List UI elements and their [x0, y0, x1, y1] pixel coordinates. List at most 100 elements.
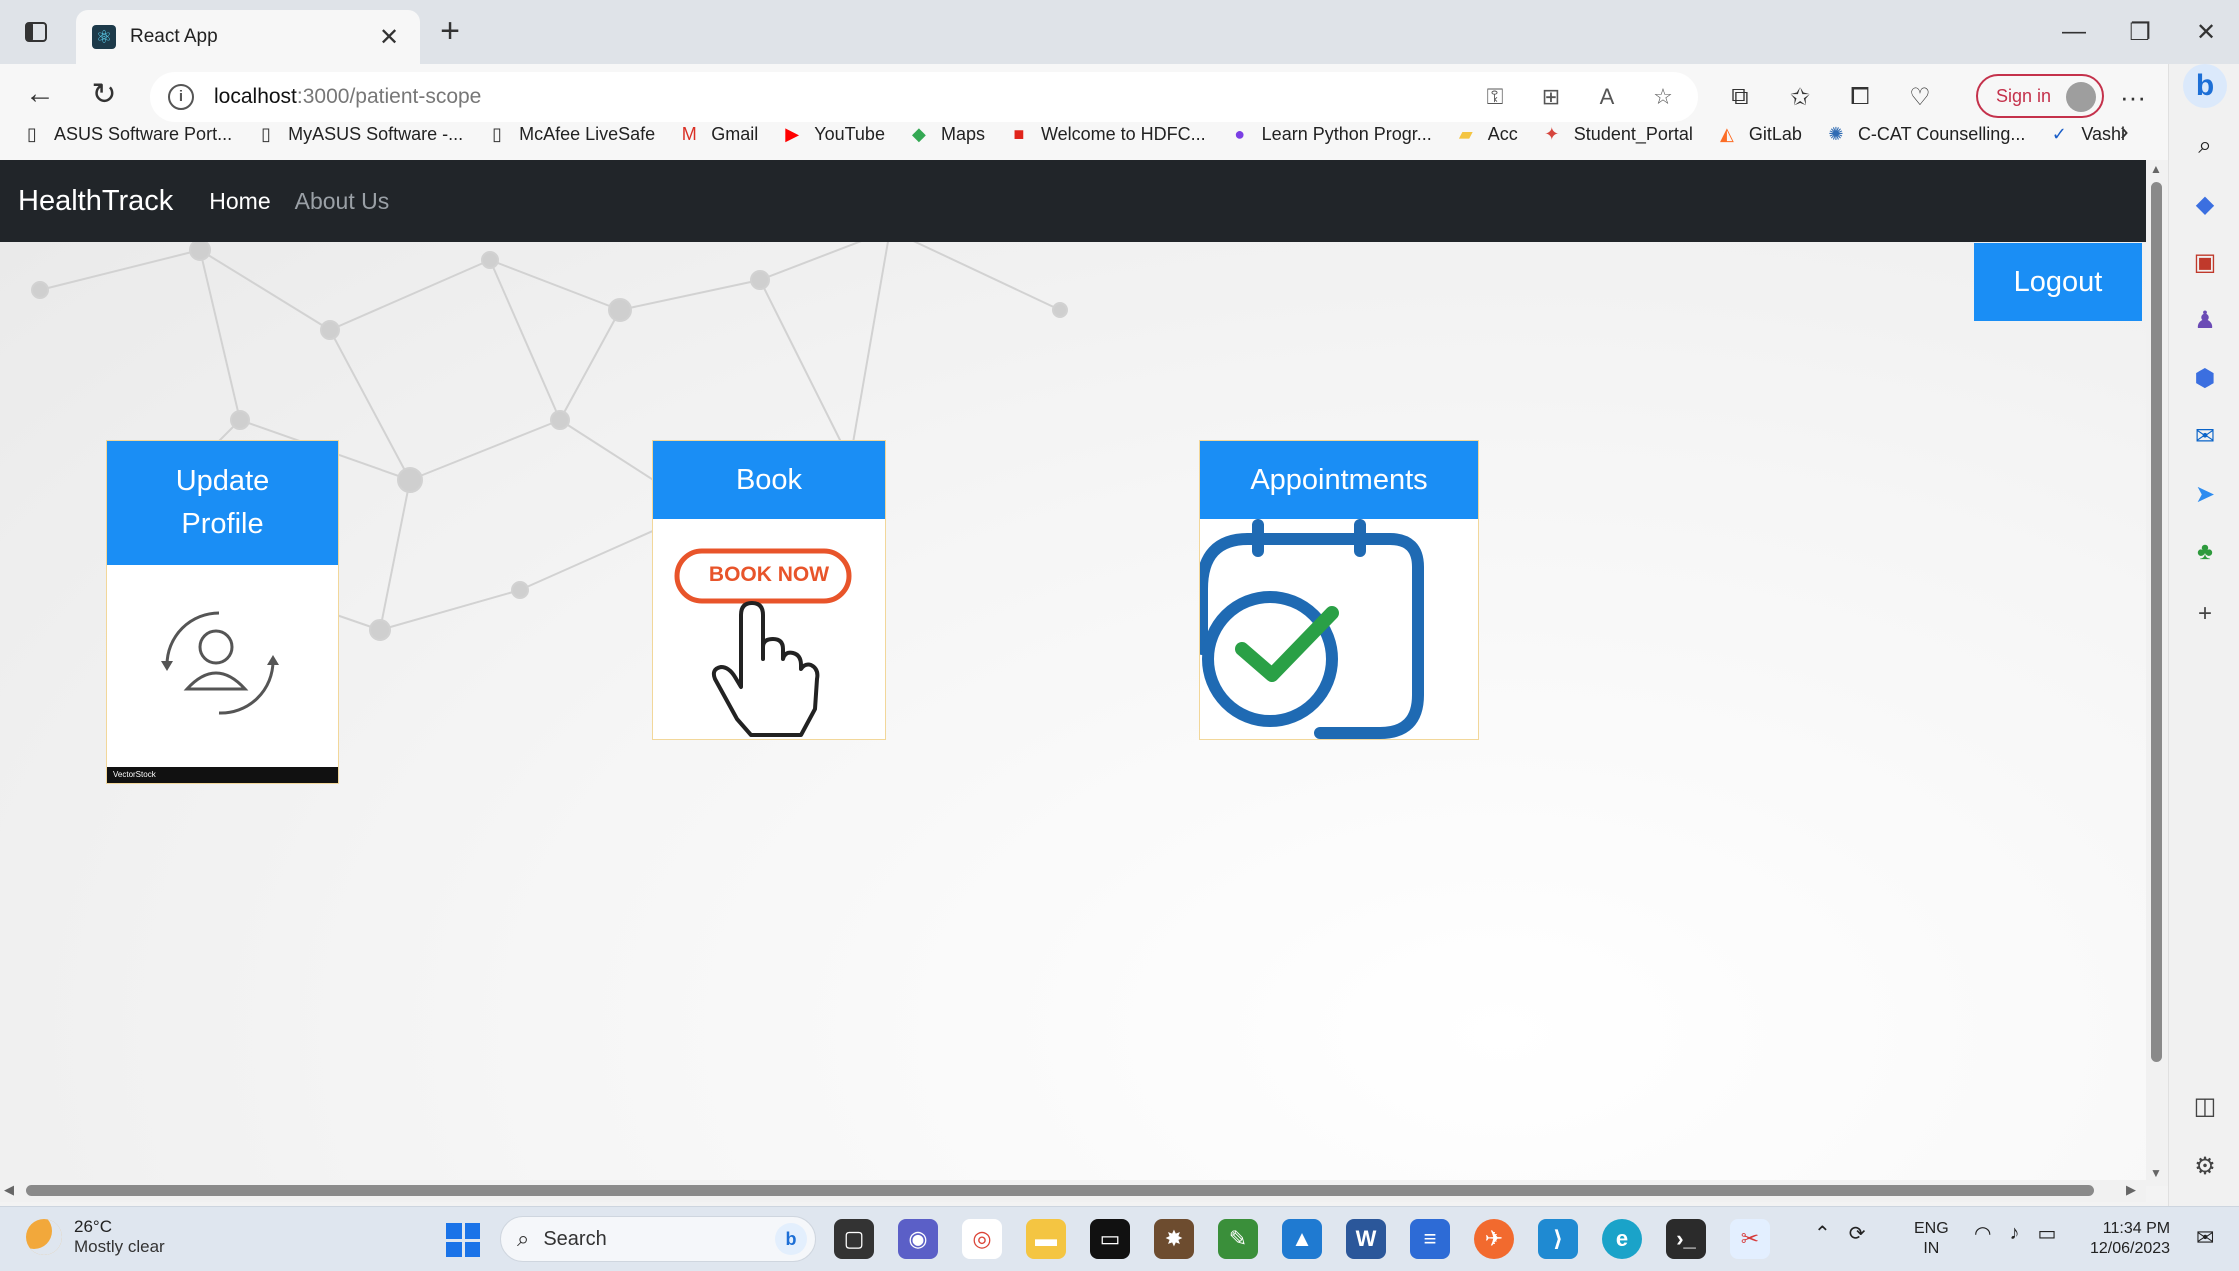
add-icon[interactable]: + — [2189, 598, 2221, 630]
notification-icon[interactable]: ✉ — [2196, 1225, 2214, 1251]
new-tab-button[interactable]: + — [432, 14, 468, 50]
taskbar-search[interactable]: ⌕ Search b — [500, 1216, 816, 1262]
chrome-icon[interactable]: ◎ — [962, 1219, 1002, 1259]
favorites-icon[interactable]: ✩ — [1780, 83, 1820, 112]
bookmark-item[interactable]: ▯ McAfee LiveSafe — [485, 122, 655, 146]
wifi-icon[interactable]: ◠ — [1974, 1221, 1991, 1246]
sign-in-button[interactable]: Sign in — [1976, 74, 2104, 118]
collections-icon[interactable]: ⧠ — [1840, 83, 1880, 111]
tab-close-icon[interactable]: ✕ — [374, 23, 404, 52]
bookmark-label: Acc — [1487, 123, 1518, 144]
edge-icon[interactable]: e — [1602, 1219, 1642, 1259]
bookmark-item[interactable]: ▯ ASUS Software Port... — [20, 122, 232, 146]
clock[interactable]: 11:34 PM 12/06/2023 — [2090, 1219, 2170, 1259]
extensions-icon[interactable]: ⧉ — [1720, 83, 1760, 111]
brand-logo[interactable]: HealthTrack — [18, 185, 173, 218]
toolbox-icon[interactable]: ▣ — [2189, 246, 2221, 278]
bookmark-item[interactable]: ✓ Vashi — [2047, 122, 2125, 146]
bookmark-item[interactable]: ✦ Student_Portal — [1540, 122, 1693, 146]
bookmark-item[interactable]: ▰ Acc — [1454, 122, 1518, 146]
book-card[interactable]: Book BOOK NOW — [652, 440, 886, 740]
sync-icon[interactable]: ⟳ — [1849, 1221, 1866, 1246]
bookmark-label: ASUS Software Port... — [54, 123, 233, 144]
bookmark-item[interactable]: ✺ C-CAT Counselling... — [1824, 122, 2025, 146]
tree-icon[interactable]: ♣ — [2189, 536, 2221, 568]
browser-essentials-icon[interactable]: ♡ — [1900, 83, 1940, 112]
book-title: Book — [653, 441, 885, 519]
battery-icon[interactable]: ▭ — [2037, 1221, 2056, 1246]
paint-icon[interactable]: ✎ — [1218, 1219, 1258, 1259]
read-aloud-icon[interactable]: A — [1592, 84, 1622, 110]
folder-icon: ▰ — [1458, 123, 1473, 144]
sidebar-toggle-icon[interactable]: ◫ — [2189, 1090, 2221, 1122]
refresh-icon[interactable]: ↻ — [82, 72, 126, 116]
powershell-icon[interactable]: ›_ — [1666, 1219, 1706, 1259]
horizontal-scrollbar[interactable]: ◀ ▶ — [0, 1180, 2146, 1202]
scroll-down-arrow-icon[interactable]: ▼ — [2150, 1166, 2162, 1180]
bookmark-item[interactable]: ■ Welcome to HDFC... — [1007, 122, 1206, 146]
window-close-button[interactable]: ✕ — [2173, 0, 2239, 64]
tab-actions-icon[interactable] — [20, 16, 52, 48]
more-options-icon[interactable]: ··· — [2120, 82, 2146, 113]
outlook-icon[interactable]: ✉ — [2189, 420, 2221, 452]
bookmark-item[interactable]: M Gmail — [677, 122, 759, 146]
vscode-icon[interactable]: ⟩ — [1538, 1219, 1578, 1259]
windows-start-icon[interactable] — [446, 1223, 480, 1257]
clock-date: 12/06/2023 — [2090, 1240, 2171, 1257]
bookmark-item[interactable]: ▯ MyASUS Software -... — [254, 122, 463, 146]
snipping-tool-icon[interactable]: ✂ — [1730, 1219, 1770, 1259]
nav-about-us[interactable]: About Us — [295, 188, 390, 215]
copilot-icon[interactable]: b — [2183, 64, 2227, 108]
browser-toolbar: ← ↻ i localhost:3000/patient-scope ⚿ ⊞ A… — [0, 64, 2239, 168]
horizontal-scroll-thumb[interactable] — [26, 1185, 2094, 1196]
terminal-icon[interactable]: ▭ — [1090, 1219, 1130, 1259]
nav-home[interactable]: Home — [209, 188, 270, 215]
settings-gear-icon[interactable]: ⚙ — [2189, 1150, 2221, 1182]
restore-button[interactable]: ❐ — [2107, 0, 2173, 64]
task-view-icon[interactable]: ▢ — [834, 1219, 874, 1259]
browser-titlebar: ⚛ React App ✕ + — ❐ ✕ — [0, 0, 2239, 64]
bookmark-label: C-CAT Counselling... — [1857, 123, 2026, 144]
photos-icon[interactable]: ▲ — [1282, 1219, 1322, 1259]
key-icon[interactable]: ⚿ — [1480, 84, 1510, 110]
tag-icon[interactable]: ◆ — [2189, 188, 2221, 220]
site-info-icon[interactable]: i — [168, 84, 194, 110]
bookmark-item[interactable]: ● Learn Python Progr... — [1228, 122, 1432, 146]
postman-icon[interactable]: ✈ — [1474, 1219, 1514, 1259]
file-explorer-icon[interactable]: ▬ — [1026, 1219, 1066, 1259]
app-gear-icon[interactable]: ✸ — [1154, 1219, 1194, 1259]
notepad-icon[interactable]: ≡ — [1410, 1219, 1450, 1259]
office-icon[interactable]: ⬢ — [2189, 362, 2221, 394]
scroll-up-arrow-icon[interactable]: ▲ — [2150, 162, 2162, 176]
favorite-star-icon[interactable]: ☆ — [1648, 84, 1678, 110]
back-arrow-icon[interactable]: ← — [18, 72, 62, 116]
bookmarks-overflow-chevron-icon[interactable]: › — [2120, 116, 2129, 147]
vertical-scrollbar[interactable]: ▲ ▼ — [2146, 160, 2168, 1186]
search-icon[interactable]: ⌕ — [2189, 130, 2221, 162]
teams-chat-icon[interactable]: ◉ — [898, 1219, 938, 1259]
send-icon[interactable]: ➤ — [2189, 478, 2221, 510]
react-favicon-icon: ⚛ — [92, 25, 116, 49]
tray-overflow-chevron-icon[interactable]: ⌃ — [1814, 1221, 1831, 1246]
bookmark-item[interactable]: ▶ YouTube — [780, 122, 885, 146]
profile-update-icon — [161, 611, 279, 715]
browser-tab-active[interactable]: ⚛ React App ✕ — [76, 10, 420, 64]
scroll-right-arrow-icon[interactable]: ▶ — [2126, 1182, 2136, 1198]
vertical-scroll-thumb[interactable] — [2151, 182, 2162, 1062]
word-icon[interactable]: W — [1346, 1219, 1386, 1259]
apps-icon[interactable]: ⊞ — [1536, 84, 1566, 110]
appointments-card[interactable]: Appointments — [1196, 440, 1479, 740]
language-indicator[interactable]: ENG IN — [1914, 1219, 1949, 1259]
scroll-left-arrow-icon[interactable]: ◀ — [4, 1182, 14, 1198]
minimize-button[interactable]: — — [2041, 0, 2107, 64]
volume-icon[interactable]: ♪ — [2009, 1222, 2019, 1245]
logout-button[interactable]: Logout — [1974, 243, 2142, 321]
update-profile-card[interactable]: Update Profile VectorStock — [106, 440, 339, 784]
weather-widget[interactable]: 26°C Mostly clear — [26, 1217, 165, 1257]
bing-icon[interactable]: b — [775, 1223, 807, 1255]
bookmark-item[interactable]: ◆ Maps — [907, 122, 985, 146]
bookmark-label: Student_Portal — [1573, 123, 1693, 144]
games-icon[interactable]: ♟ — [2189, 304, 2221, 336]
bookmark-item[interactable]: ◭ GitLab — [1715, 122, 1802, 146]
url-path: :3000/patient-scope — [296, 85, 482, 108]
